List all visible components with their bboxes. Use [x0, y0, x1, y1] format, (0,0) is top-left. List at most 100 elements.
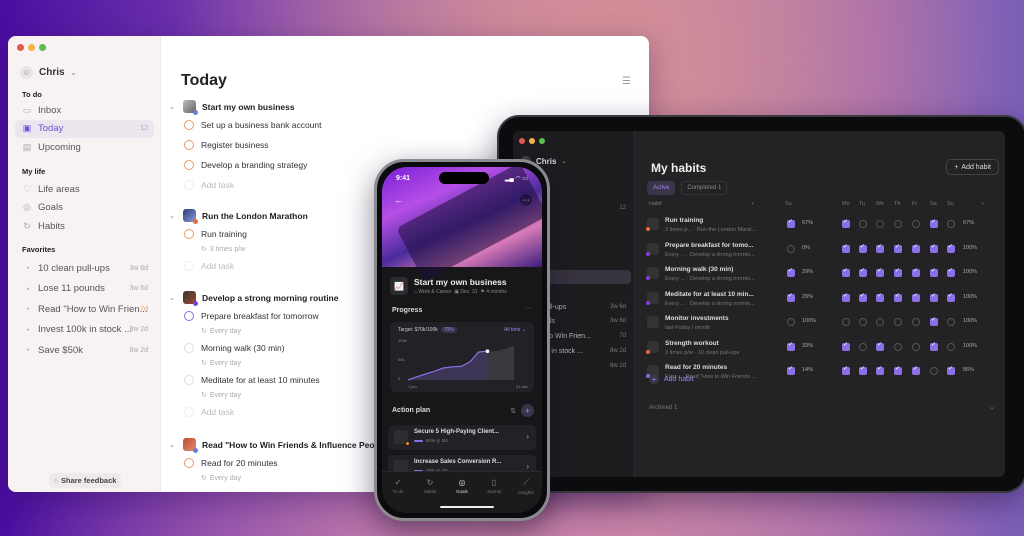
habit-check[interactable] — [947, 243, 955, 253]
task-checkbox[interactable] — [184, 160, 194, 170]
archived-section[interactable]: Archived 1 — [649, 405, 677, 411]
habit-check[interactable] — [894, 342, 902, 351]
habit-check[interactable] — [842, 267, 850, 277]
task-checkbox[interactable] — [184, 229, 194, 239]
habit-check[interactable] — [930, 292, 938, 302]
task-item[interactable]: Register business — [184, 140, 269, 150]
sidebar-item-today[interactable]: ▣ Today 12 — [15, 119, 154, 138]
minimize-button[interactable] — [529, 138, 535, 144]
goal-group-header[interactable]: ⌄ Start my own business — [169, 100, 295, 115]
habit-check[interactable] — [842, 243, 850, 253]
habit-row[interactable]: Read for 20 minutes Ever... · Read "How t… — [646, 361, 995, 385]
chevron-down-icon[interactable]: ⌄ — [169, 294, 177, 302]
favorite-item[interactable]: ◔ Read "How to Win Frien... 7d — [15, 300, 154, 318]
habit-check[interactable] — [912, 365, 920, 375]
add-habit-button[interactable]: + Add habit — [946, 159, 999, 175]
add-habit-link[interactable]: + Add habit — [649, 374, 694, 384]
task-item[interactable]: Read for 20 minutes — [184, 458, 278, 468]
habit-check[interactable] — [912, 267, 920, 277]
habit-check[interactable] — [876, 341, 884, 351]
goal-group-header[interactable]: ⌄ Develop a strong morning routine — [169, 291, 338, 306]
habit-row[interactable]: Meditate for at least 10 min... Every ...… — [646, 288, 995, 312]
task-item[interactable]: Morning walk (30 min) — [184, 343, 285, 353]
goal-group-header[interactable]: ⌄ Run the London Marathon — [169, 209, 308, 224]
chevron-down-icon[interactable]: ⌄ — [989, 403, 995, 411]
habit-check[interactable] — [912, 318, 920, 326]
habit-check[interactable] — [947, 365, 955, 375]
task-checkbox[interactable] — [184, 375, 194, 385]
prev-week-icon[interactable]: ‹ — [752, 201, 754, 207]
habit-check[interactable] — [930, 316, 938, 326]
habit-check[interactable] — [947, 267, 955, 277]
more-icon[interactable]: ··· — [525, 305, 532, 312]
add-task-button[interactable]: Add task — [184, 180, 234, 190]
add-action-button[interactable]: + — [521, 404, 534, 417]
add-task-button[interactable]: Add task — [184, 261, 234, 271]
zoom-button[interactable] — [39, 44, 46, 51]
habit-check[interactable] — [859, 292, 867, 302]
task-checkbox[interactable] — [184, 140, 194, 150]
habit-check[interactable] — [859, 318, 867, 326]
sort-icon[interactable]: ⇅ — [510, 407, 516, 415]
tab-active[interactable]: Active — [647, 181, 676, 195]
habit-check[interactable] — [912, 220, 920, 228]
chevron-down-icon[interactable]: ⌄ — [169, 441, 177, 449]
habit-check[interactable] — [842, 365, 850, 375]
habit-check[interactable] — [947, 318, 955, 326]
habit-check[interactable] — [894, 220, 902, 228]
tab-completed[interactable]: Completed 1 — [681, 181, 728, 195]
habit-row[interactable]: Strength workout 3 times p/w · 10 clean p… — [646, 337, 995, 361]
habit-check[interactable] — [912, 342, 920, 351]
habit-check[interactable] — [859, 342, 867, 351]
sidebar-item-upcoming[interactable]: ▤ Upcoming — [15, 138, 154, 156]
close-button[interactable] — [17, 44, 24, 51]
habit-check[interactable] — [859, 365, 867, 375]
habit-check[interactable] — [894, 267, 902, 277]
habit-check[interactable] — [947, 342, 955, 351]
user-menu[interactable]: ☺ Chris ⌄ — [20, 66, 76, 79]
task-checkbox[interactable] — [184, 120, 194, 130]
habit-check[interactable] — [894, 365, 902, 375]
habit-check[interactable] — [930, 243, 938, 253]
task-item[interactable]: Prepare breakfast for tomorrow — [184, 311, 319, 321]
habit-check[interactable] — [787, 341, 795, 351]
habit-check[interactable] — [947, 220, 955, 228]
habit-check[interactable] — [894, 318, 902, 326]
habit-check[interactable] — [876, 365, 884, 375]
habit-row[interactable]: Prepare breakfast for tomo... Every ... ·… — [646, 239, 995, 263]
habit-check[interactable] — [876, 243, 884, 253]
close-button[interactable] — [519, 138, 525, 144]
habit-check[interactable] — [787, 218, 795, 228]
zoom-button[interactable] — [539, 138, 545, 144]
habit-row[interactable]: Monitor investments last Friday / month 10… — [647, 312, 995, 336]
sidebar-item-life-areas[interactable]: ♡ Life areas — [15, 180, 154, 198]
back-arrow-icon[interactable]: ← — [394, 195, 403, 205]
habit-check[interactable] — [842, 292, 850, 302]
sidebar-item-goals[interactable]: ◎ Goals — [15, 199, 154, 217]
favorite-item[interactable]: ◔ Save $50k 8w 2d — [15, 341, 154, 359]
next-week-icon[interactable]: › — [982, 201, 984, 207]
tab-insights[interactable]: ⟋ Insights — [511, 478, 541, 513]
filter-icon[interactable]: ☰ — [622, 76, 631, 87]
habit-check[interactable] — [787, 267, 795, 277]
sidebar-item-habits[interactable]: ↻ Habits — [15, 217, 154, 235]
more-icon[interactable]: ··· — [520, 194, 532, 206]
habit-check[interactable] — [894, 243, 902, 253]
minimize-button[interactable] — [28, 44, 35, 51]
habit-row[interactable]: Morning walk (30 min) Every ... · Develop… — [646, 263, 995, 287]
favorite-item[interactable]: ◔ Lose 11 pounds 3w 6d — [15, 280, 154, 298]
habit-check[interactable] — [842, 341, 850, 351]
task-item[interactable]: Develop a branding strategy — [184, 160, 307, 170]
habit-check[interactable] — [859, 267, 867, 277]
task-item[interactable]: Meditate for at least 10 minutes — [184, 375, 320, 385]
habit-check[interactable] — [930, 341, 938, 351]
habit-check[interactable] — [912, 243, 920, 253]
add-task-button[interactable]: Add task — [184, 407, 234, 417]
habit-check[interactable] — [930, 267, 938, 277]
habit-check[interactable] — [930, 367, 938, 375]
habit-check[interactable] — [876, 292, 884, 302]
chevron-down-icon[interactable]: ⌄ — [169, 103, 177, 111]
habit-check[interactable] — [912, 292, 920, 302]
habit-check[interactable] — [859, 220, 867, 228]
habit-check[interactable] — [876, 220, 884, 228]
